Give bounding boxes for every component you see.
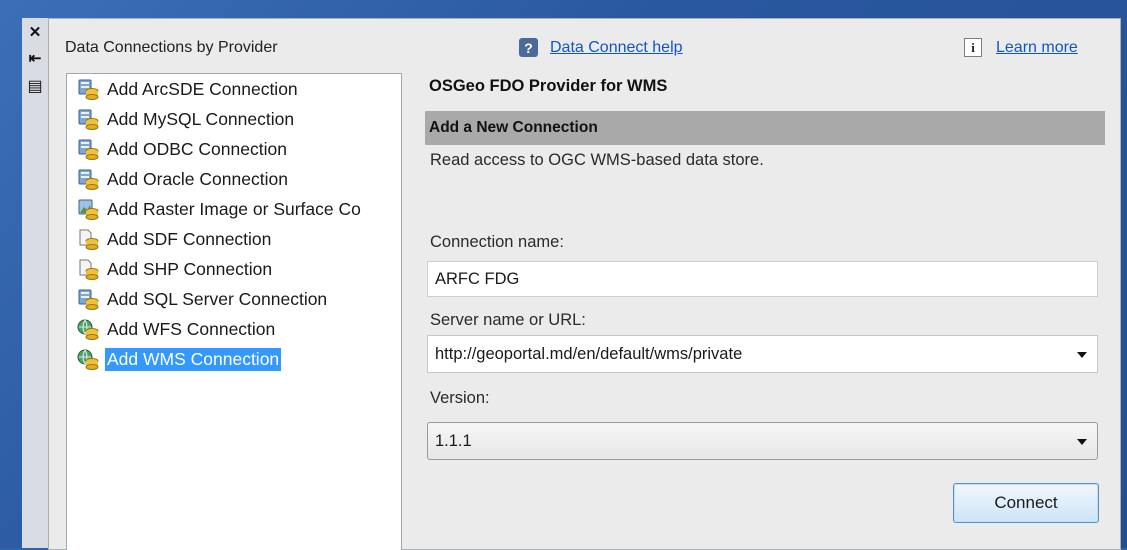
help-icon: ?	[519, 38, 538, 57]
properties-icon[interactable]: ▤	[25, 76, 45, 96]
list-item-odbc[interactable]: Add ODBC Connection	[77, 136, 401, 162]
version-value: 1.1.1	[435, 432, 472, 450]
chevron-down-icon[interactable]	[1077, 352, 1087, 358]
data-connect-help-link[interactable]: ? Data Connect help	[519, 38, 683, 57]
list-item-sqlserver[interactable]: Add SQL Server Connection	[77, 286, 401, 312]
database-connect-icon	[78, 169, 99, 190]
database-connect-icon	[78, 109, 99, 130]
file-connect-icon	[79, 229, 99, 250]
list-item-sdf[interactable]: Add SDF Connection	[77, 226, 401, 252]
auto-hide-icon[interactable]: ⇤	[25, 48, 45, 68]
server-url-value: http://geoportal.md/en/default/wms/priva…	[435, 345, 743, 363]
provider-title: OSGeo FDO Provider for WMS	[429, 77, 668, 95]
providers-header: Data Connections by Provider	[65, 39, 278, 56]
learn-more-text[interactable]: Learn more	[996, 39, 1078, 57]
close-icon[interactable]: ✕	[25, 22, 45, 42]
info-icon: i	[964, 38, 982, 57]
globe-connect-icon	[77, 319, 99, 340]
list-item-arcsde[interactable]: Add ArcSDE Connection	[77, 76, 401, 102]
provider-description: Read access to OGC WMS-based data store.	[430, 151, 764, 169]
list-item-wms[interactable]: Add WMS Connection	[77, 346, 401, 372]
connect-button[interactable]: Connect	[953, 483, 1099, 523]
file-connect-icon	[79, 259, 99, 280]
help-link-text[interactable]: Data Connect help	[550, 39, 683, 57]
provider-list[interactable]: Add ArcSDE Connection Add MySQL Connecti…	[66, 73, 402, 550]
list-item-oracle[interactable]: Add Oracle Connection	[77, 166, 401, 192]
globe-connect-icon	[77, 349, 99, 370]
section-header: Add a New Connection	[425, 111, 1105, 145]
list-item-raster[interactable]: Add Raster Image or Surface Co	[77, 196, 401, 222]
section-title: Add a New Connection	[429, 119, 598, 136]
database-connect-icon	[78, 289, 99, 310]
list-item-mysql[interactable]: Add MySQL Connection	[77, 106, 401, 132]
database-connect-icon	[78, 79, 99, 100]
server-label: Server name or URL:	[430, 311, 586, 329]
palette-tool-strip: ✕ ⇤ ▤	[22, 18, 49, 548]
version-label: Version:	[430, 389, 490, 407]
chevron-down-icon[interactable]	[1077, 439, 1087, 445]
version-select[interactable]: 1.1.1	[427, 422, 1098, 460]
list-item-wfs[interactable]: Add WFS Connection	[77, 316, 401, 342]
server-url-combo[interactable]: http://geoportal.md/en/default/wms/priva…	[427, 335, 1098, 373]
database-connect-icon	[78, 139, 99, 160]
learn-more-link[interactable]: i Learn more	[964, 38, 1078, 57]
raster-connect-icon	[78, 199, 99, 220]
connection-name-field[interactable]	[427, 261, 1098, 297]
list-item-shp[interactable]: Add SHP Connection	[77, 256, 401, 282]
data-connect-panel: Data Connections by Provider Add ArcSDE …	[48, 18, 1121, 550]
connection-name-label: Connection name:	[430, 233, 564, 251]
